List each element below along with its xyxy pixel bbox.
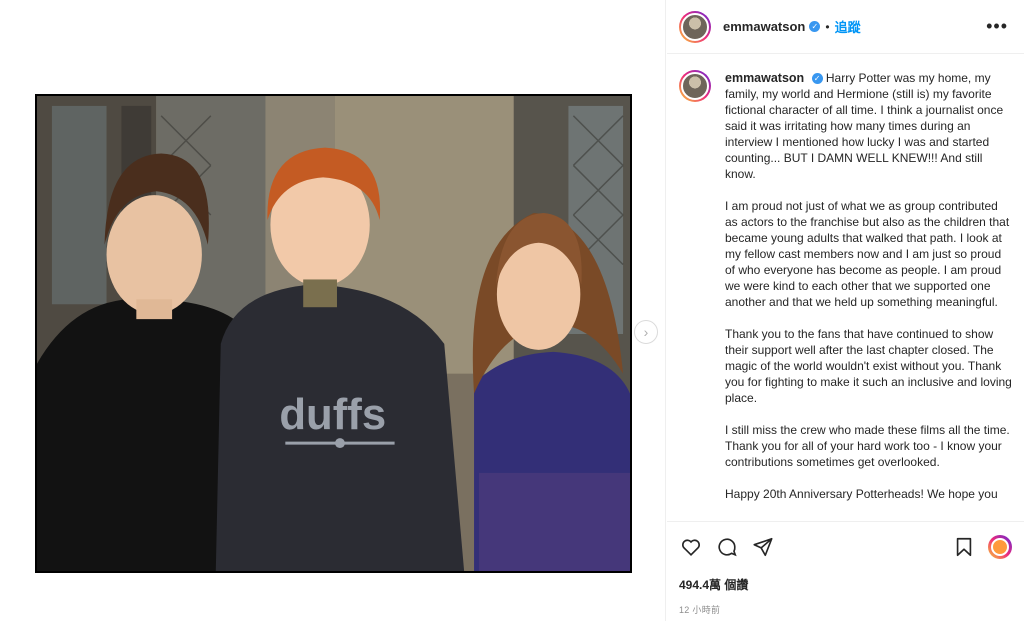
heart-icon[interactable] <box>679 535 703 559</box>
chevron-right-icon: › <box>643 324 649 340</box>
caption-body: Harry Potter was my home, my family, my … <box>725 71 1004 181</box>
bookmark-icon[interactable] <box>952 535 976 559</box>
post-sidebar: emmawatson ✓ • 追蹤 ••• emmawatson ✓ Harry… <box>667 0 1024 621</box>
photo-illustration: duffs <box>37 96 630 571</box>
avatar[interactable] <box>679 10 711 43</box>
share-icon[interactable] <box>751 535 775 559</box>
caption-paragraph: I am proud not just of what we as group … <box>725 199 1010 309</box>
post-photo[interactable]: duffs <box>35 94 632 573</box>
comment-icon[interactable] <box>715 535 739 559</box>
action-icons <box>679 534 1012 560</box>
follow-button[interactable]: 追蹤 <box>835 17 861 36</box>
header-username[interactable]: emmawatson <box>723 19 805 34</box>
verified-badge-icon: ✓ <box>811 73 823 85</box>
download-icon-inner <box>991 538 1009 556</box>
hoodie-text: duffs <box>279 390 386 439</box>
download-icon[interactable] <box>988 535 1012 559</box>
header-separator: • <box>825 19 830 34</box>
caption-paragraph: Happy 20th Anniversary Potterheads! We h… <box>725 487 998 501</box>
caption-paragraph: Thank you to the fans that have continue… <box>725 327 1012 405</box>
post-header: emmawatson ✓ • 追蹤 ••• <box>667 0 1024 54</box>
caption-text: emmawatson ✓ Harry Potter was my home, m… <box>725 70 1012 520</box>
like-count[interactable]: 494.4萬 個讚 <box>679 576 1012 593</box>
more-options-icon[interactable]: ••• <box>986 16 1008 37</box>
caption-paragraph: I still miss the crew who made these fil… <box>725 423 1010 469</box>
right-action-icons <box>952 535 1012 559</box>
media-panel: duffs › <box>0 0 666 621</box>
avatar-image <box>681 72 709 100</box>
verified-badge-icon: ✓ <box>809 21 821 32</box>
caption-username[interactable]: emmawatson <box>725 71 804 85</box>
actions-bar: 494.4萬 個讚 12 小時前 <box>667 521 1024 616</box>
next-image-button[interactable]: › <box>634 320 658 344</box>
caption-paragraph: emmawatson ✓ Harry Potter was my home, m… <box>725 70 1012 182</box>
caption-avatar[interactable] <box>679 70 711 102</box>
caption-area[interactable]: emmawatson ✓ Harry Potter was my home, m… <box>667 62 1024 520</box>
post-timestamp[interactable]: 12 小時前 <box>679 603 1012 616</box>
avatar-image <box>681 12 709 41</box>
